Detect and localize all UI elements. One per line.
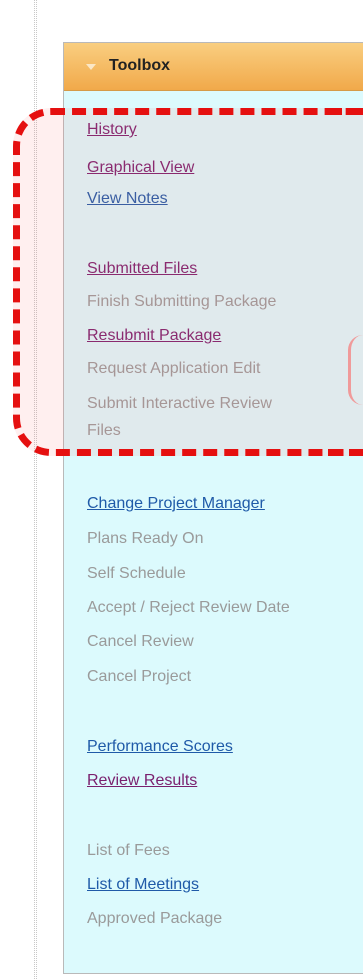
toolbox-item-plans-ready-on: Plans Ready On — [87, 530, 204, 547]
toolbox-link-list-of-meetings[interactable]: List of Meetings — [87, 874, 199, 896]
toolbox-item-list-of-fees: List of Fees — [87, 842, 170, 859]
chevron-down-icon[interactable] — [86, 64, 96, 70]
toolbox-link-change-project-manager[interactable]: Change Project Manager — [87, 493, 265, 515]
toolbox-link-performance-scores[interactable]: Performance Scores — [87, 736, 233, 758]
toolbox-item-cancel-project: Cancel Project — [87, 668, 192, 685]
toolbox-header[interactable]: Toolbox — [64, 43, 363, 91]
toolbox-link-review-results[interactable]: Review Results — [87, 770, 197, 792]
highlight-annotation-curve — [348, 335, 363, 405]
toolbox-item-cancel-review: Cancel Review — [87, 633, 194, 650]
toolbox-item-self-schedule: Self Schedule — [87, 565, 186, 582]
toolbox-title: Toolbox — [109, 57, 171, 74]
toolbox-item-accept-reject-review-date: Accept / Reject Review Date — [87, 599, 290, 616]
highlight-annotation-box — [13, 108, 363, 456]
toolbox-item-approved-package: Approved Package — [87, 910, 223, 927]
